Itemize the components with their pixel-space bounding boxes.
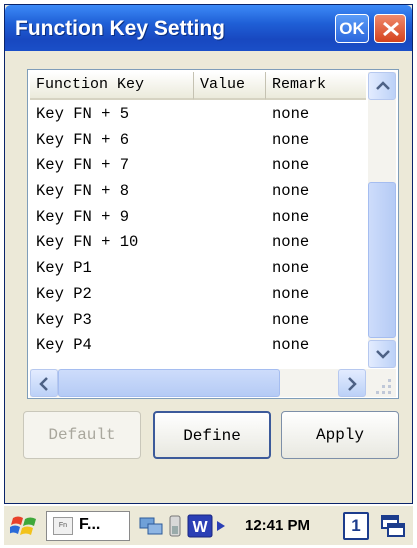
- chevron-left-icon: [39, 377, 48, 391]
- list-item[interactable]: Key FN + 10 none: [30, 230, 366, 256]
- list-item[interactable]: Key P1 none: [30, 256, 366, 282]
- close-icon: [383, 21, 399, 37]
- function-key-setting-window: Function Key Setting OK Function Key Val…: [4, 4, 413, 504]
- network-icon[interactable]: [138, 514, 164, 538]
- cell-function-key: Key P3: [36, 310, 92, 329]
- column-header-value[interactable]: Value: [194, 72, 266, 100]
- chevron-right-icon: [348, 377, 357, 391]
- chevron-up-icon: [376, 81, 390, 90]
- list-item[interactable]: Key FN + 8 none: [30, 179, 366, 205]
- list-rows: Key FN + 5 none Key FN + 6 none Key FN + 7 no…: [30, 102, 366, 359]
- list-item[interactable]: Key FN + 6 none: [30, 128, 366, 154]
- cell-remark: none: [272, 310, 310, 329]
- column-header-remark[interactable]: Remark: [266, 72, 366, 100]
- scroll-left-button[interactable]: [30, 369, 58, 397]
- cell-remark: none: [272, 259, 310, 278]
- tray-expand-icon[interactable]: [216, 520, 226, 532]
- cell-function-key: Key P4: [36, 336, 92, 355]
- function-key-list[interactable]: Function Key Value Remark Key FN + 5 none…: [27, 69, 399, 399]
- horizontal-scrollbar[interactable]: [30, 369, 368, 397]
- vertical-scroll-thumb[interactable]: [368, 182, 396, 338]
- chevron-down-icon: [376, 350, 390, 359]
- list-item[interactable]: Key P2 none: [30, 282, 366, 308]
- list-item[interactable]: Key FN + 5 none: [30, 102, 366, 128]
- cell-remark: none: [272, 336, 310, 355]
- cell-remark: none: [272, 156, 310, 175]
- cell-function-key: Key FN + 10: [36, 233, 139, 252]
- scroll-down-button[interactable]: [368, 340, 396, 368]
- scroll-up-button[interactable]: [368, 72, 396, 100]
- battery-icon[interactable]: [166, 514, 184, 538]
- default-button[interactable]: Default: [23, 411, 141, 459]
- taskbar: Fn F... W 12:41 PM 1: [4, 505, 413, 545]
- wireless-icon[interactable]: W: [187, 514, 213, 538]
- title-bar[interactable]: Function Key Setting OK: [5, 5, 412, 51]
- input-panel-button[interactable]: 1: [343, 512, 369, 540]
- size-grip: [368, 369, 396, 397]
- scroll-right-button[interactable]: [338, 369, 366, 397]
- cell-function-key: Key FN + 5: [36, 105, 130, 123]
- clock[interactable]: 12:41 PM: [245, 517, 310, 534]
- cell-remark: none: [272, 105, 310, 123]
- list-item[interactable]: Key P4 none: [30, 333, 366, 359]
- show-desktop-icon[interactable]: [380, 514, 406, 538]
- windows-start-icon[interactable]: [10, 513, 38, 539]
- list-header: Function Key Value Remark: [30, 72, 366, 100]
- close-button[interactable]: [374, 14, 406, 43]
- define-button[interactable]: Define: [153, 411, 271, 459]
- vertical-scrollbar[interactable]: [368, 72, 396, 368]
- list-item[interactable]: Key FN + 9 none: [30, 205, 366, 231]
- apply-button[interactable]: Apply: [281, 411, 399, 459]
- cell-function-key: Key FN + 6: [36, 130, 130, 149]
- cell-remark: none: [272, 233, 310, 252]
- cell-function-key: Key FN + 7: [36, 156, 130, 175]
- list-item[interactable]: Key P3 none: [30, 308, 366, 334]
- column-header-function-key[interactable]: Function Key: [30, 72, 194, 100]
- app-icon: Fn: [53, 517, 73, 535]
- task-button-function-key[interactable]: Fn F...: [46, 511, 130, 541]
- svg-text:W: W: [192, 519, 208, 536]
- cell-function-key: Key FN + 9: [36, 207, 130, 226]
- cell-function-key: Key P2: [36, 284, 92, 303]
- cell-remark: none: [272, 182, 310, 201]
- list-item[interactable]: Key FN + 7 none: [30, 153, 366, 179]
- cell-remark: none: [272, 207, 310, 226]
- cell-function-key: Key P1: [36, 259, 92, 278]
- task-label: F...: [79, 516, 101, 533]
- window-title: Function Key Setting: [15, 17, 225, 40]
- cell-remark: none: [272, 284, 310, 303]
- cell-remark: none: [272, 130, 310, 149]
- ok-button[interactable]: OK: [335, 14, 369, 43]
- horizontal-scroll-thumb[interactable]: [58, 369, 280, 397]
- cell-function-key: Key FN + 8: [36, 182, 130, 201]
- dialog-content: Function Key Value Remark Key FN + 5 none…: [5, 51, 412, 503]
